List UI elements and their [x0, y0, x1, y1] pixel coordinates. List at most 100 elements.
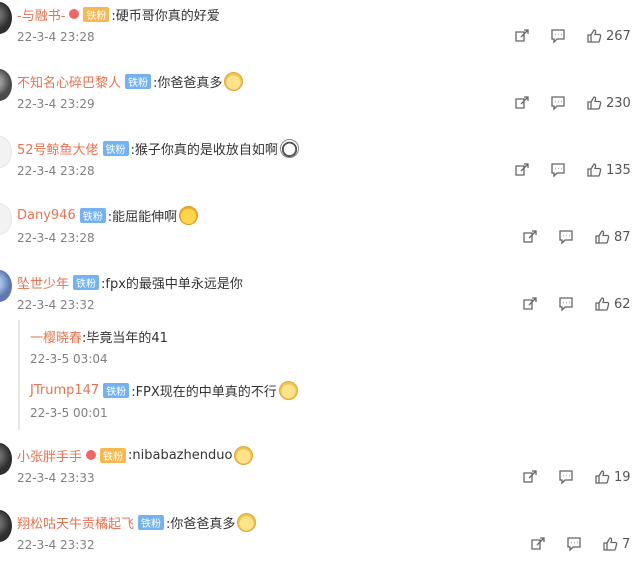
reply-thread: 一樱晓春 :毕竟当年的41 22-3-5 03:04 JTrump147 铁粉 …	[18, 320, 320, 430]
avatar[interactable]	[0, 510, 12, 542]
like-count: 87	[614, 229, 631, 245]
reply-item: JTrump147 铁粉 :FPX现在的中单真的不行 22-3-5 00:01	[30, 380, 298, 420]
avatar[interactable]	[0, 2, 12, 34]
comment-header: 坠世少年 铁粉 :fpx的最强中单永远是你	[17, 272, 243, 292]
comment-icon[interactable]	[550, 28, 566, 44]
reply-text: :FPX现在的中单真的不行	[131, 384, 277, 400]
comment-text: :你爸爸真多	[166, 516, 236, 532]
timestamp: 22-3-4 23:29	[17, 97, 95, 111]
timestamp: 22-3-4 23:32	[17, 298, 95, 312]
laugh-emoji-icon	[179, 205, 199, 225]
fan-badge: 铁粉	[125, 73, 152, 89]
username[interactable]: 52号鲸鱼大佬	[17, 139, 99, 158]
fan-badge: 铁粉	[103, 382, 130, 398]
comment-actions: 87	[522, 227, 631, 247]
comment-header: 翔松咕天牛贡橘起飞 铁粉 :你爸爸真多	[17, 512, 257, 532]
fan-badge: 铁粉	[102, 140, 129, 156]
like-icon[interactable]	[602, 536, 618, 552]
like-count: 62	[614, 296, 631, 312]
comment-item: Dany946 铁粉 :能屈能伸啊 22-3-4 23:28 87	[0, 201, 640, 267]
comment-text: :你爸爸真多	[153, 75, 223, 91]
comment-text: :nibabazhenduo	[128, 447, 233, 463]
comment-text: :硬币哥你真的好爱	[111, 8, 220, 24]
username[interactable]: 坠世少年	[17, 273, 69, 292]
cat-emoji-icon	[234, 445, 254, 465]
avatar[interactable]	[0, 443, 12, 475]
reply-item: 一樱晓春 :毕竟当年的41 22-3-5 03:04	[30, 326, 168, 367]
reply-text: :毕竟当年的41	[82, 330, 168, 346]
comment-icon[interactable]	[558, 469, 574, 485]
repost-icon[interactable]	[514, 28, 530, 44]
timestamp: 22-3-4 23:28	[17, 231, 95, 245]
cat-emoji-icon	[237, 512, 257, 532]
like-count: 267	[606, 28, 631, 44]
comment-actions: 19	[522, 467, 631, 487]
comment-header: 不知名心碎巴黎人 铁粉 :你爸爸真多	[17, 71, 244, 91]
fan-badge: 铁粉	[79, 207, 106, 223]
like-icon[interactable]	[586, 95, 602, 111]
comment-item: 不知名心碎巴黎人 铁粉 :你爸爸真多 22-3-4 23:29 230	[0, 67, 640, 133]
timestamp: 22-3-4 23:28	[17, 164, 95, 178]
repost-icon[interactable]	[522, 469, 538, 485]
comment-item: -与融书- 铁粉 :硬币哥你真的好爱 22-3-4 23:28 267	[0, 0, 640, 66]
like-icon[interactable]	[594, 469, 610, 485]
comment-actions: 135	[514, 160, 631, 180]
timestamp: 22-3-4 23:32	[17, 538, 95, 552]
comment-icon[interactable]	[566, 536, 582, 552]
repost-icon[interactable]	[522, 229, 538, 245]
crown-icon	[69, 9, 80, 19]
username[interactable]: Dany946	[17, 208, 76, 223]
comment-header: 52号鲸鱼大佬 铁粉 :猴子你真的是收放自如啊	[17, 138, 299, 158]
reply-username[interactable]: JTrump147	[30, 383, 99, 398]
timestamp: 22-3-4 23:28	[17, 30, 95, 44]
reply-username[interactable]: 一樱晓春	[30, 327, 82, 346]
repost-icon[interactable]	[530, 536, 546, 552]
comment-icon[interactable]	[550, 95, 566, 111]
avatar[interactable]	[0, 203, 12, 235]
crown-icon	[86, 450, 97, 460]
avatar[interactable]	[0, 136, 12, 168]
like-count: 7	[622, 536, 631, 552]
username[interactable]: -与融书-	[17, 5, 65, 24]
fan-badge: 铁粉	[83, 6, 110, 22]
reply-timestamp: 22-3-5 00:01	[30, 406, 108, 420]
cat-emoji-icon	[278, 380, 298, 400]
like-icon[interactable]	[586, 162, 602, 178]
fan-badge: 铁粉	[138, 514, 165, 530]
comment-header: -与融书- 铁粉 :硬币哥你真的好爱	[17, 4, 220, 24]
comment-header: 小张胖手手 铁粉 :nibabazhenduo	[17, 445, 254, 465]
repost-icon[interactable]	[514, 162, 530, 178]
comment-actions: 7	[530, 534, 630, 554]
comment-icon[interactable]	[550, 162, 566, 178]
comment-icon[interactable]	[558, 229, 574, 245]
like-count: 135	[606, 162, 631, 178]
comment-text: :猴子你真的是收放自如啊	[130, 142, 278, 158]
repost-icon[interactable]	[522, 296, 538, 312]
username[interactable]: 不知名心碎巴黎人	[17, 72, 121, 91]
comment-text: :fpx的最强中单永远是你	[101, 276, 243, 292]
avatar[interactable]	[0, 69, 12, 101]
like-icon[interactable]	[594, 229, 610, 245]
comment-item: 小张胖手手 铁粉 :nibabazhenduo 22-3-4 23:33 19	[0, 441, 640, 507]
comment-icon[interactable]	[558, 296, 574, 312]
like-icon[interactable]	[586, 28, 602, 44]
reply-timestamp: 22-3-5 03:04	[30, 352, 108, 366]
repost-icon[interactable]	[514, 95, 530, 111]
username[interactable]: 翔松咕天牛贡橘起飞	[17, 513, 134, 532]
comment-text: :能屈能伸啊	[107, 209, 178, 225]
timestamp: 22-3-4 23:33	[17, 471, 95, 485]
comment-item: 翔松咕天牛贡橘起飞 铁粉 :你爸爸真多 22-3-4 23:32 7	[0, 508, 640, 574]
fan-badge: 铁粉	[73, 274, 100, 290]
dog-emoji-icon	[279, 138, 299, 158]
comment-item: 52号鲸鱼大佬 铁粉 :猴子你真的是收放自如啊 22-3-4 23:28 135	[0, 134, 640, 200]
like-count: 19	[614, 469, 631, 485]
comment-actions: 230	[514, 93, 631, 113]
cat-emoji-icon	[224, 71, 244, 91]
fan-badge: 铁粉	[100, 447, 127, 463]
username[interactable]: 小张胖手手	[17, 446, 82, 465]
avatar[interactable]	[0, 270, 12, 302]
like-count: 230	[606, 95, 631, 111]
like-icon[interactable]	[594, 296, 610, 312]
comment-header: Dany946 铁粉 :能屈能伸啊	[17, 205, 199, 225]
comment-actions: 267	[514, 26, 631, 46]
